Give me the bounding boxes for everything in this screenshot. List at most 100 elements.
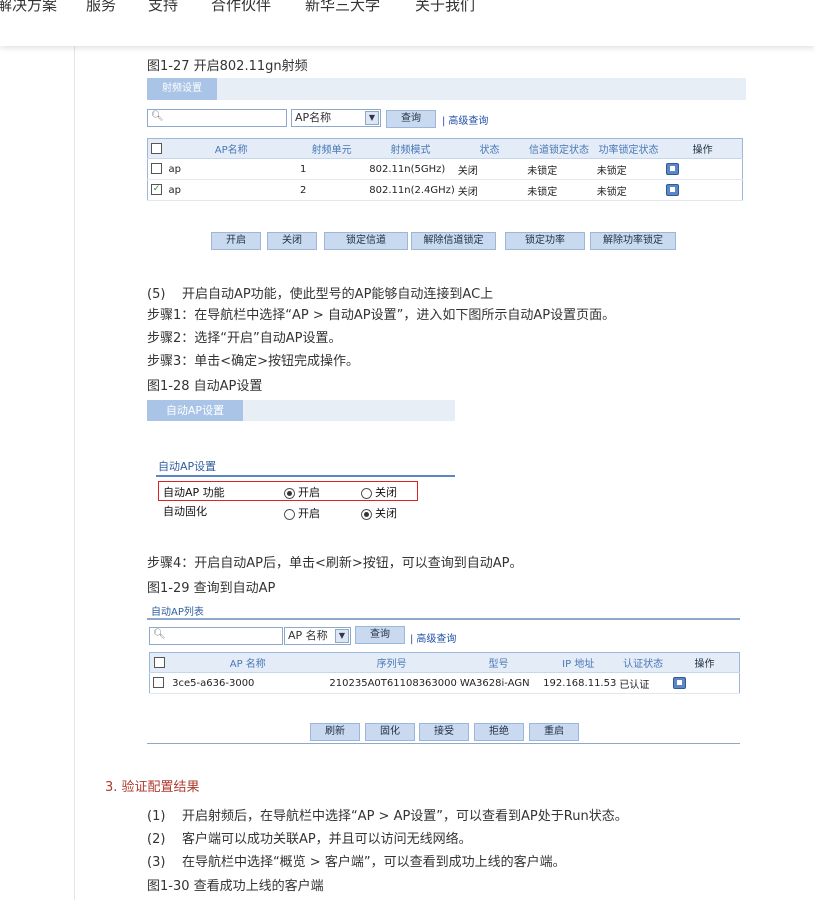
cell-radio-unit: 1 xyxy=(296,158,367,180)
cell-radio-unit: 2 xyxy=(296,179,367,201)
cell-operation xyxy=(669,672,740,694)
fig29-advanced-query-link[interactable]: 高级查询 xyxy=(410,630,456,645)
col-operation: 操作 xyxy=(663,138,743,159)
table-row[interactable]: ap 1 802.11n(5GHz) 关闭 未锁定 未锁定 xyxy=(147,158,743,180)
cell-operation xyxy=(663,158,743,180)
fig28-section-title: 自动AP设置 xyxy=(158,460,217,473)
fig27-search-input[interactable]: 🔍︎ xyxy=(147,109,287,127)
fig30-caption: 图1-30 查看成功上线的客户端 xyxy=(147,879,324,894)
fig27-tab-radio-settings[interactable]: 射频设置 xyxy=(147,78,217,100)
edit-icon[interactable] xyxy=(666,163,680,175)
cell-operation xyxy=(663,179,743,201)
fig27-tabbar: 射频设置 xyxy=(147,78,746,100)
radio-unselected-icon xyxy=(284,508,295,520)
col-auth-status: 认证状态 xyxy=(616,652,670,673)
reboot-button[interactable]: 重启 xyxy=(529,723,579,741)
col-radio-unit: 射频单元 xyxy=(296,138,367,159)
accept-button[interactable]: 接受 xyxy=(419,723,469,741)
reject-button[interactable]: 拒绝 xyxy=(474,723,524,741)
cell-status: 关闭 xyxy=(454,179,525,201)
cell-ip: 192.168.11.53 xyxy=(540,672,617,694)
fig28-auto-ap-off-radio[interactable]: 关闭 xyxy=(361,484,397,500)
top-nav: 解决方案 服务 支持 合作伙伴 新华三大学 关于我们 xyxy=(0,0,815,46)
radio-label: 开启 xyxy=(298,507,320,520)
chevron-down-icon: ▼ xyxy=(335,629,349,643)
fig27-advanced-query-link[interactable]: 高级查询 xyxy=(442,112,488,127)
cell-channel-lock: 未锁定 xyxy=(524,158,594,180)
fig29-title: 自动AP列表 xyxy=(151,607,204,618)
table-header-row: AP名称 射频单元 射频模式 状态 信道锁定状态 功率锁定状态 操作 xyxy=(147,138,743,159)
fig28-tab-auto-ap[interactable]: 自动AP设置 xyxy=(147,400,243,421)
step5-step2: 步骤2：选择“开启”自动AP设置。 xyxy=(147,331,342,346)
col-power-lock: 功率锁定状态 xyxy=(593,138,664,159)
fig27-caption: 图1-27 开启802.11gn射频 xyxy=(147,59,308,74)
col-ip: IP 地址 xyxy=(540,652,617,673)
table-header-row: AP 名称 序列号 型号 IP 地址 认证状态 操作 xyxy=(149,652,740,673)
cell-serial: 210235A0T61108363000 xyxy=(326,672,457,694)
refresh-button[interactable]: 刷新 xyxy=(310,723,360,741)
fig28-caption: 图1-28 自动AP设置 xyxy=(147,379,263,394)
radio-unselected-icon xyxy=(361,487,372,499)
fix-button[interactable]: 固化 xyxy=(365,723,415,741)
fig27-select-value: AP名称 xyxy=(295,111,332,124)
fig27-query-button[interactable]: 查询 xyxy=(386,110,436,128)
nav-item-support[interactable]: 支持 xyxy=(148,0,178,15)
col-status: 状态 xyxy=(454,138,525,159)
cell-radio-mode: 802.11n(2.4GHz) xyxy=(366,179,455,201)
fig28-auto-fix-on-radio[interactable]: 开启 xyxy=(284,505,320,521)
col-model: 型号 xyxy=(456,652,541,673)
disable-button[interactable]: 关闭 xyxy=(267,232,317,250)
lock-channel-button[interactable]: 锁定信道 xyxy=(324,232,408,250)
lock-power-button[interactable]: 锁定功率 xyxy=(505,232,585,250)
cell-ap-name: ap xyxy=(165,158,297,180)
section3-title: 3. 验证配置结果 xyxy=(105,780,200,795)
section3-item-2: (2) 客户端可以成功关联AP，并且可以访问无线网络。 xyxy=(147,832,472,847)
step4-text: 步骤4：开启自动AP后，单击<刷新>按钮，可以查询到自动AP。 xyxy=(147,556,523,571)
nav-item-solutions[interactable]: 解决方案 xyxy=(0,0,57,15)
fig28-auto-ap-label: 自动AP 功能 xyxy=(163,486,225,499)
fig27-field-select[interactable]: AP名称 ▼ xyxy=(291,109,381,127)
fig29-query-button[interactable]: 查询 xyxy=(355,626,405,644)
content-left-border xyxy=(74,46,75,900)
radio-label: 关闭 xyxy=(375,486,397,499)
select-all-checkbox[interactable] xyxy=(149,652,170,673)
fig29-select-value: AP 名称 xyxy=(288,629,328,642)
cell-model: WA3628i-AGN xyxy=(456,672,541,694)
col-channel-lock: 信道锁定状态 xyxy=(524,138,594,159)
row-checkbox[interactable] xyxy=(149,672,170,694)
fig29-field-select[interactable]: AP 名称 ▼ xyxy=(284,627,351,645)
select-all-checkbox[interactable] xyxy=(147,138,166,159)
cell-auth-status: 已认证 xyxy=(616,672,670,694)
radio-selected-icon xyxy=(284,487,295,499)
unlock-power-button[interactable]: 解除功率锁定 xyxy=(590,232,676,250)
fig29-search-input[interactable]: 🔍︎ xyxy=(149,627,283,645)
col-serial: 序列号 xyxy=(326,652,457,673)
search-icon: 🔍︎ xyxy=(153,629,166,640)
fig28-auto-ap-on-radio[interactable]: 开启 xyxy=(284,484,320,500)
col-operation: 操作 xyxy=(669,652,740,673)
fig28-auto-fix-off-radio[interactable]: 关闭 xyxy=(361,505,397,521)
row-checkbox[interactable] xyxy=(147,158,166,180)
col-radio-mode: 射频模式 xyxy=(366,138,455,159)
step5-step3: 步骤3：单击<确定>按钮完成操作。 xyxy=(147,354,360,369)
edit-icon[interactable] xyxy=(672,677,686,689)
step5-step1: 步骤1：在导航栏中选择“AP > 自动AP设置”，进入如下图所示自动AP设置页面… xyxy=(147,308,616,323)
enable-button[interactable]: 开启 xyxy=(211,232,261,250)
cell-radio-mode: 802.11n(5GHz) xyxy=(366,158,455,180)
row-checkbox[interactable]: ✓ xyxy=(147,179,166,201)
table-row[interactable]: ✓ ap 2 802.11n(2.4GHz) 关闭 未锁定 未锁定 xyxy=(147,179,743,201)
nav-item-partners[interactable]: 合作伙伴 xyxy=(211,0,271,15)
fig29-caption: 图1-29 查询到自动AP xyxy=(147,581,276,596)
step5-heading: (5) 开启自动AP功能，使此型号的AP能够自动连接到AC上 xyxy=(147,287,494,302)
fig27-table: AP名称 射频单元 射频模式 状态 信道锁定状态 功率锁定状态 操作 ap 1 … xyxy=(147,138,743,201)
cell-status: 关闭 xyxy=(454,158,525,180)
nav-item-about[interactable]: 关于我们 xyxy=(415,0,475,15)
col-ap-name: AP名称 xyxy=(165,138,297,159)
edit-icon[interactable] xyxy=(666,184,680,196)
nav-item-university[interactable]: 新华三大学 xyxy=(305,0,380,15)
table-row[interactable]: 3ce5-a636-3000 210235A0T61108363000 WA36… xyxy=(149,672,740,694)
section3-item-1: (1) 开启射频后，在导航栏中选择“AP > AP设置”，可以查看到AP处于Ru… xyxy=(147,809,628,824)
cell-power-lock: 未锁定 xyxy=(593,158,664,180)
unlock-channel-button[interactable]: 解除信道锁定 xyxy=(411,232,496,250)
nav-item-services[interactable]: 服务 xyxy=(86,0,116,15)
